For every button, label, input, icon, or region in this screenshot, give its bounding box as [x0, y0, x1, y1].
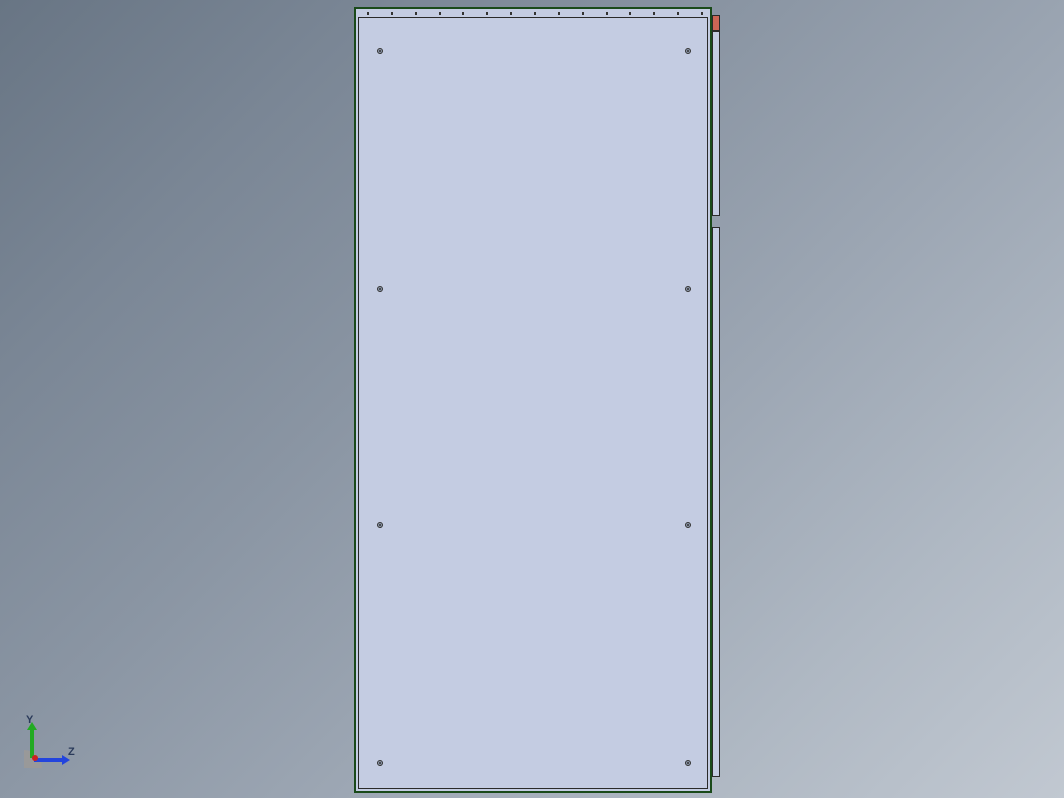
model-assembly[interactable] — [354, 7, 724, 793]
main-panel-face[interactable] — [358, 17, 708, 789]
edge-mark — [582, 12, 584, 15]
screw-hole[interactable] — [377, 760, 383, 766]
top-edge-marks — [356, 9, 714, 17]
coordinate-axis-triad[interactable]: Y Z — [24, 708, 84, 768]
edge-mark — [415, 12, 417, 15]
edge-mark — [439, 12, 441, 15]
edge-mark — [653, 12, 655, 15]
y-axis-icon — [30, 728, 34, 758]
edge-mark — [486, 12, 488, 15]
edge-mark — [534, 12, 536, 15]
edge-mark — [558, 12, 560, 15]
screw-hole[interactable] — [377, 522, 383, 528]
edge-mark — [606, 12, 608, 15]
screw-hole[interactable] — [377, 48, 383, 54]
edge-mark — [391, 12, 393, 15]
side-panel-upper[interactable] — [712, 31, 720, 216]
screw-hole[interactable] — [685, 48, 691, 54]
screw-hole[interactable] — [685, 286, 691, 292]
z-axis-icon — [34, 758, 64, 762]
edge-mark — [629, 12, 631, 15]
screw-hole[interactable] — [685, 522, 691, 528]
edge-mark — [510, 12, 512, 15]
edge-mark — [701, 12, 703, 15]
edge-mark — [677, 12, 679, 15]
cad-3d-viewport[interactable]: Y Z — [0, 0, 1064, 798]
screw-hole[interactable] — [377, 286, 383, 292]
side-panel-lower[interactable] — [712, 227, 720, 777]
x-axis-icon — [32, 755, 38, 761]
screw-hole[interactable] — [685, 760, 691, 766]
accent-tab[interactable] — [712, 15, 720, 31]
edge-mark — [367, 12, 369, 15]
edge-mark — [462, 12, 464, 15]
